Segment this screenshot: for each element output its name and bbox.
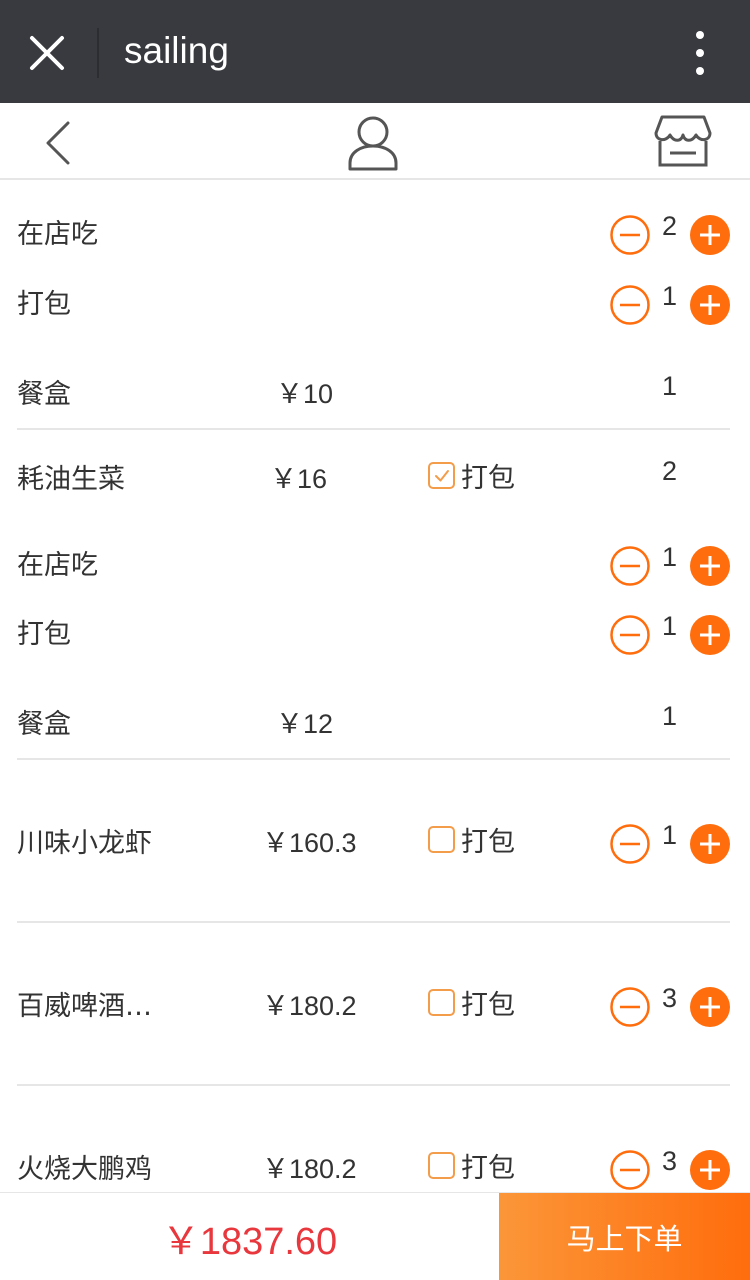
plus-circle-icon[interactable]: [690, 215, 730, 255]
plus-circle-icon[interactable]: [690, 824, 730, 864]
quantity: 1: [662, 611, 678, 641]
checkbox-checked-icon: [428, 461, 455, 489]
item-price: ￥180.2: [262, 991, 357, 1021]
item-name: 川味小龙虾: [17, 828, 152, 859]
minus-circle-icon[interactable]: [610, 215, 650, 255]
quantity: 3: [662, 1146, 678, 1176]
item-name: 耗油生菜: [17, 464, 125, 495]
box-fee-row: 餐盒 ￥10 1: [0, 366, 750, 416]
cart-item-beer: 百威啤酒… ￥180.2 打包 3: [0, 978, 750, 1028]
takeaway-label: 打包: [17, 619, 71, 650]
dine-in-label: 在店吃: [17, 550, 98, 581]
item-price: ￥160.3: [262, 828, 357, 858]
checkbox-icon: [428, 988, 455, 1016]
pack-checkbox[interactable]: 打包: [428, 453, 515, 497]
store-icon[interactable]: [652, 113, 714, 173]
cart-item-crayfish: 川味小龙虾 ￥160.3 打包 1: [0, 815, 750, 865]
title-separator: [97, 28, 99, 78]
minus-circle-icon[interactable]: [610, 546, 650, 586]
quantity: 1: [662, 371, 678, 401]
cart-item-lettuce: 耗油生菜 ￥16 打包 2: [0, 451, 750, 501]
quantity: 1: [662, 281, 678, 311]
pack-checkbox[interactable]: 打包: [428, 1143, 515, 1187]
quantity: 1: [662, 542, 678, 572]
item-price: ￥180.2: [262, 1154, 357, 1184]
item-name: 火烧大鹏鸡: [17, 1154, 152, 1185]
quantity: 2: [662, 456, 678, 486]
plus-circle-icon[interactable]: [690, 615, 730, 655]
user-icon[interactable]: [344, 113, 402, 173]
dine-in-row: 在店吃 2: [0, 206, 750, 256]
checkbox-icon: [428, 1151, 455, 1179]
checkout-bar: ￥1837.60 马上下单: [0, 1192, 750, 1280]
quantity: 1: [662, 701, 678, 731]
more-vertical-icon[interactable]: [690, 30, 710, 76]
pack-checkbox[interactable]: 打包: [428, 817, 515, 861]
item-price: ￥16: [270, 464, 328, 494]
total-price: ￥1837.60: [161, 1220, 338, 1263]
takeaway-row: 打包 1: [0, 606, 750, 656]
cart-item-chicken: 火烧大鹏鸡 ￥180.2 打包 3: [0, 1141, 750, 1191]
plus-circle-icon[interactable]: [690, 987, 730, 1027]
quantity: 1: [662, 820, 678, 850]
divider: [17, 921, 730, 923]
box-price: ￥12: [276, 709, 334, 739]
window-title: sailing: [124, 30, 229, 71]
box-price: ￥10: [276, 379, 334, 409]
pack-label: 打包: [461, 989, 515, 1021]
item-name: 百威啤酒…: [17, 991, 152, 1022]
place-order-button[interactable]: 马上下单: [499, 1193, 750, 1280]
takeaway-label: 打包: [17, 289, 71, 320]
cart-list: 在店吃 2 打包 1 餐盒 ￥10 1 耗油生菜 ￥16 打包 2 在店吃 1 …: [0, 180, 750, 1192]
plus-circle-icon[interactable]: [690, 285, 730, 325]
divider: [17, 1084, 730, 1086]
divider: [17, 428, 730, 430]
minus-circle-icon[interactable]: [610, 824, 650, 864]
minus-circle-icon[interactable]: [610, 285, 650, 325]
divider: [17, 758, 730, 760]
pack-label: 打包: [461, 826, 515, 858]
title-bar: sailing: [0, 0, 750, 103]
quantity: 2: [662, 211, 678, 241]
minus-circle-icon[interactable]: [610, 987, 650, 1027]
box-label: 餐盒: [17, 379, 71, 410]
pack-label: 打包: [461, 462, 515, 494]
plus-circle-icon[interactable]: [690, 546, 730, 586]
takeaway-row: 打包 1: [0, 276, 750, 326]
back-chevron-icon[interactable]: [40, 119, 76, 167]
plus-circle-icon[interactable]: [690, 1150, 730, 1190]
close-icon[interactable]: [28, 34, 66, 72]
minus-circle-icon[interactable]: [610, 615, 650, 655]
minus-circle-icon[interactable]: [610, 1150, 650, 1190]
dine-in-row: 在店吃 1: [0, 537, 750, 587]
quantity: 3: [662, 983, 678, 1013]
pack-checkbox[interactable]: 打包: [428, 980, 515, 1024]
nav-bar: [0, 103, 750, 180]
box-label: 餐盒: [17, 709, 71, 740]
checkbox-icon: [428, 825, 455, 853]
pack-label: 打包: [461, 1152, 515, 1184]
dine-in-label: 在店吃: [17, 219, 98, 250]
box-fee-row: 餐盒 ￥12 1: [0, 696, 750, 746]
